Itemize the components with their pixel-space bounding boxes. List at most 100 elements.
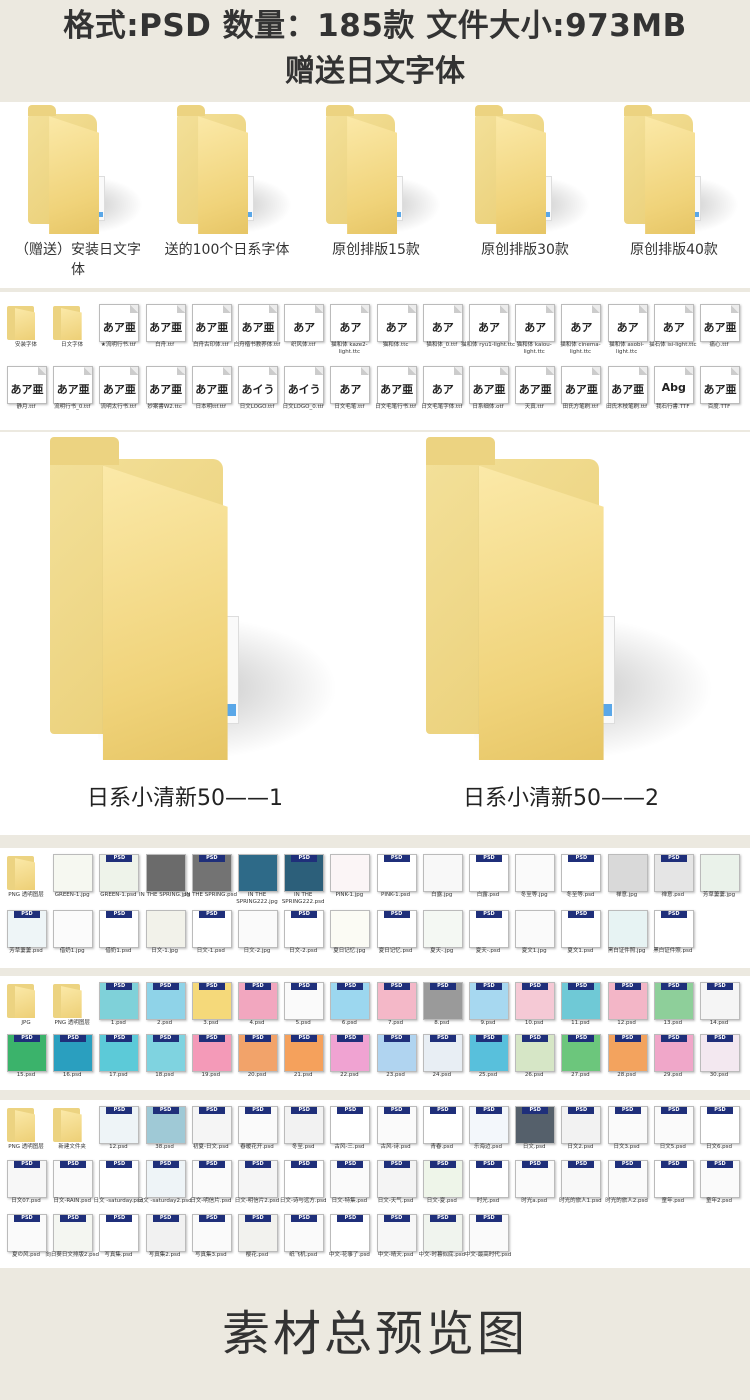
- file-item[interactable]: PSD 借奶1.psd: [99, 910, 140, 960]
- folder-icon[interactable]: [624, 104, 740, 234]
- folder-label[interactable]: 原创排版15款: [301, 240, 451, 260]
- file-item[interactable]: PSD 时光的旅人2.psd: [605, 1160, 648, 1210]
- file-item[interactable]: 冬至等.jpg: [515, 854, 556, 904]
- file-item[interactable]: あア 猫石体 isi-light.ttc: [649, 304, 697, 354]
- file-item[interactable]: 黑白证件照.jpg: [607, 910, 648, 960]
- file-item[interactable]: PSD 夏文1.psd: [561, 910, 602, 960]
- file-item[interactable]: あア亜 妙案書W2.ttc: [145, 366, 186, 416]
- file-item[interactable]: IN THE SPRING222.jpg: [236, 854, 278, 905]
- file-item[interactable]: PSD 童年2.psd: [700, 1160, 740, 1210]
- file-item[interactable]: PSD 樱花.psd: [238, 1214, 278, 1264]
- file-item[interactable]: PSD 时光.psd: [469, 1160, 509, 1210]
- file-item[interactable]: あア亜 日文毛笔行书.ttf: [375, 366, 417, 416]
- file-item[interactable]: PSD 日文07.psd: [7, 1160, 47, 1210]
- file-item[interactable]: IN THE SPRING.jpg: [139, 854, 190, 904]
- file-item[interactable]: Abg 我石行書.TTF: [653, 366, 694, 416]
- folder-label[interactable]: （赠送）安装日文字体: [10, 240, 146, 280]
- folder-label[interactable]: 日系小清新50——1: [60, 784, 310, 814]
- file-item[interactable]: あア亜 白舟楷书教养体.ttf: [234, 304, 280, 354]
- file-item[interactable]: PSD 12.psd: [99, 1106, 140, 1156]
- file-item[interactable]: PSD 日文-天气.psd: [376, 1160, 417, 1210]
- file-item[interactable]: 日文字体: [53, 304, 91, 354]
- file-item[interactable]: PSD 青春.psd: [422, 1106, 463, 1156]
- file-item[interactable]: PSD 23.psd: [376, 1034, 417, 1084]
- file-item[interactable]: PSD PINK-1.psd: [376, 854, 417, 904]
- file-item[interactable]: PSD 日文-特集.psd: [330, 1160, 371, 1210]
- file-item[interactable]: PSD 13.psd: [653, 982, 694, 1032]
- file-item[interactable]: PSD 日文-1.psd: [191, 910, 232, 960]
- file-item[interactable]: PSD 30.psd: [700, 1034, 740, 1084]
- file-item[interactable]: あア亜 百度.TTF: [700, 366, 740, 416]
- file-item[interactable]: PNG 透明图层: [53, 982, 91, 1032]
- file-item[interactable]: PSD 禅意.psd: [653, 854, 694, 904]
- folder-icon[interactable]: [475, 104, 591, 234]
- file-item[interactable]: 新建文件夹: [53, 1106, 91, 1156]
- file-item[interactable]: PSD 时光a.psd: [515, 1160, 556, 1210]
- file-item[interactable]: 借奶1.jpg: [53, 910, 94, 960]
- file-item[interactable]: PSD 7.psd: [376, 982, 417, 1032]
- file-item[interactable]: PNG 透明图层: [7, 854, 45, 904]
- file-item[interactable]: PSD 24.psd: [422, 1034, 463, 1084]
- file-item[interactable]: 安装字体: [7, 304, 45, 354]
- file-item[interactable]: PSD 15.psd: [7, 1034, 47, 1084]
- file-item[interactable]: PSD IN THE SPRING.psd: [185, 854, 237, 904]
- file-item[interactable]: PSD 25.psd: [469, 1034, 509, 1084]
- file-item[interactable]: JPG: [7, 982, 45, 1032]
- file-item[interactable]: PSD 4.psd: [238, 982, 278, 1032]
- folder-icon[interactable]: [177, 104, 293, 234]
- file-item[interactable]: PSD 22.psd: [330, 1034, 371, 1084]
- file-item[interactable]: あア 猫和体 kaiou-light.ttc: [515, 304, 556, 355]
- file-item[interactable]: PSD 11.psd: [561, 982, 602, 1032]
- file-item[interactable]: PSD 29.psd: [653, 1034, 694, 1084]
- file-item[interactable]: PSD 38.psd: [145, 1106, 186, 1156]
- file-item[interactable]: PSD 芳草萋萋.psd: [7, 910, 47, 960]
- file-item[interactable]: あア 猫和体 ryu1-light.ttc: [461, 304, 515, 354]
- file-item[interactable]: PSD 28.psd: [607, 1034, 648, 1084]
- file-item[interactable]: あア亜 痛心.ttf: [700, 304, 740, 354]
- file-item[interactable]: 芳草萋萋.jpg: [700, 854, 740, 904]
- file-item[interactable]: PSD 16.psd: [53, 1034, 94, 1084]
- file-item[interactable]: PSD 冬至.psd: [284, 1106, 325, 1156]
- folder-icon[interactable]: [28, 104, 144, 234]
- folder-icon[interactable]: [426, 437, 714, 760]
- file-item[interactable]: PSD 中文-时暮似底.psd: [419, 1214, 465, 1264]
- file-item[interactable]: PSD 日文-RAIN.psd: [53, 1160, 94, 1210]
- file-item[interactable]: PSD IN THE SPRING222.psd: [282, 854, 325, 905]
- file-item[interactable]: PSD 春暖花开.psd: [238, 1106, 278, 1156]
- file-item[interactable]: PSD 17.psd: [99, 1034, 140, 1084]
- file-item[interactable]: PSD 日文-明信片.psd: [190, 1160, 232, 1210]
- file-item[interactable]: PSD 27.psd: [561, 1034, 602, 1084]
- file-item[interactable]: PSD 写真集.psd: [99, 1214, 140, 1264]
- folder-icon[interactable]: [50, 437, 338, 760]
- file-item[interactable]: PSD 童年.psd: [653, 1160, 694, 1210]
- file-item[interactable]: PSD 中文-晴天.psd: [376, 1214, 417, 1264]
- file-item[interactable]: PSD 白露.psd: [469, 854, 509, 904]
- file-item[interactable]: 夏天-.jpg: [422, 910, 463, 960]
- file-item[interactable]: あア 日文毛笔.ttf: [330, 366, 371, 416]
- file-item[interactable]: PSD 12.psd: [607, 982, 648, 1032]
- folder-label[interactable]: 原创排版30款: [450, 240, 600, 260]
- file-item[interactable]: PSD 18.psd: [145, 1034, 186, 1084]
- file-item[interactable]: 禅意.jpg: [607, 854, 648, 904]
- file-item[interactable]: PSD 日文 -saturday2.psd: [138, 1160, 192, 1210]
- file-item[interactable]: あア亜 流明太行书.ttf: [99, 366, 140, 416]
- file-item[interactable]: あア 猫和体 asobi-light.ttc: [607, 304, 648, 355]
- file-item[interactable]: PSD 19.psd: [191, 1034, 232, 1084]
- file-item[interactable]: PSD 日文 -saturday.psd: [94, 1160, 143, 1210]
- file-item[interactable]: あア亜 白舟.ttf: [145, 304, 186, 354]
- file-item[interactable]: あア 织风体.ttf: [284, 304, 325, 354]
- file-item[interactable]: PSD 日文-夏.psd: [422, 1160, 463, 1210]
- file-item[interactable]: PSD 9.psd: [469, 982, 509, 1032]
- file-item[interactable]: あア亜 ★流明行书.ttf: [99, 304, 140, 354]
- file-item[interactable]: PSD 古风-三.psd: [330, 1106, 371, 1156]
- file-item[interactable]: PSD 向日葵日文排版2.psd: [45, 1214, 99, 1264]
- file-item[interactable]: PSD 10.psd: [515, 982, 556, 1032]
- file-item[interactable]: PSD 夏天-.psd: [469, 910, 509, 960]
- file-item[interactable]: PSD 中文-最高时代.psd: [465, 1214, 511, 1264]
- file-item[interactable]: PSD 日文5.psd: [653, 1106, 694, 1156]
- file-item[interactable]: PSD 写真集2.psd: [145, 1214, 186, 1264]
- file-item[interactable]: PSD 黑白证件照.psd: [653, 910, 694, 960]
- file-item[interactable]: あア 猫和体_0.ttf: [422, 304, 463, 354]
- file-item[interactable]: PNG 透明图层: [7, 1106, 45, 1156]
- file-item[interactable]: PSD 14.psd: [700, 982, 740, 1032]
